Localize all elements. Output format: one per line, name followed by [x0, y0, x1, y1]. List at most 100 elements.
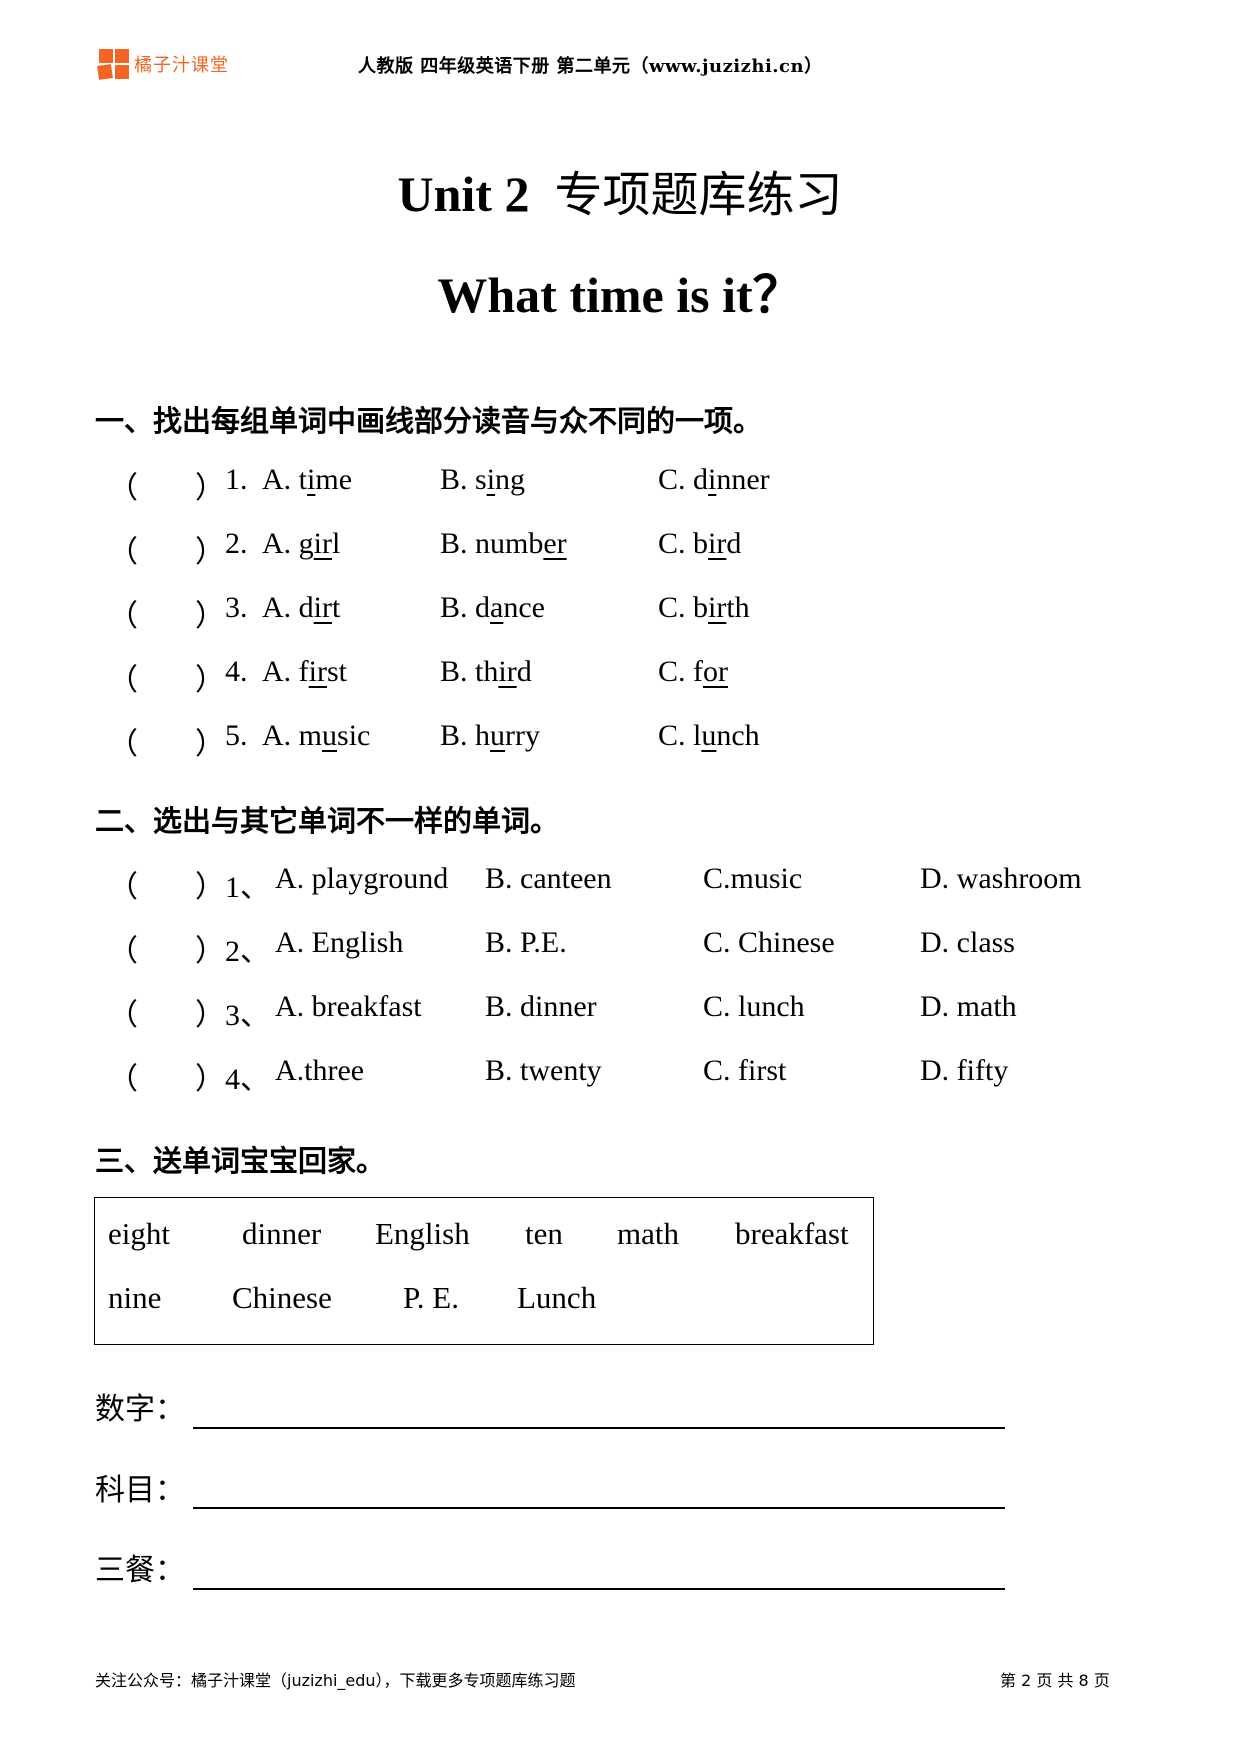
word-part: b	[693, 527, 709, 560]
option: A. time	[262, 463, 352, 497]
underlined-part: i	[486, 463, 496, 496]
question-row: （） 1. A. time B. sing C. dinner	[0, 463, 1240, 505]
word-bank-word: Chinese	[232, 1280, 332, 1315]
word-bank-word: math	[617, 1216, 679, 1251]
word-part: rry	[505, 719, 540, 752]
option: D. class	[920, 926, 1015, 959]
option-label: A.	[262, 527, 299, 560]
word-part: th	[475, 655, 499, 688]
option: B. dance	[440, 591, 545, 625]
word-part: nner	[716, 463, 770, 496]
word-bank-box: eight dinner English ten math breakfast …	[94, 1197, 874, 1345]
word-bank-word: P. E.	[403, 1280, 459, 1315]
option-label: B.	[440, 655, 476, 688]
option-label: B.	[440, 463, 476, 496]
word-part: nch	[716, 719, 760, 752]
answer-blank-open[interactable]: （	[108, 862, 138, 906]
word-part: st	[327, 655, 348, 688]
answer-line-meals[interactable]	[193, 1588, 1005, 1590]
title-subject: 专项题库练习	[554, 167, 843, 223]
option-label: B.	[440, 719, 476, 752]
option: B. canteen	[485, 862, 612, 895]
question-row: （） 5. A. music B. hurry C. lunch	[0, 719, 1240, 761]
option: A. breakfast	[275, 990, 422, 1023]
option: C. Chinese	[703, 926, 835, 959]
answer-blank-open[interactable]: （	[108, 655, 138, 699]
underlined-part: ir	[313, 591, 332, 624]
question-number: 1、	[225, 871, 270, 904]
underlined-part: or	[703, 655, 729, 688]
option: B. sing	[440, 463, 525, 497]
option: A.three	[275, 1054, 365, 1087]
underlined-part: ir	[498, 655, 517, 688]
word-part: l	[332, 527, 341, 560]
answer-line-subjects[interactable]	[193, 1507, 1005, 1509]
option-label: B.	[440, 527, 476, 560]
underlined-part: ir	[708, 527, 727, 560]
page-number: 第 2 页 共 8 页	[1000, 1671, 1110, 1690]
word-part: t	[332, 591, 341, 624]
current-page: 2	[1021, 1671, 1032, 1690]
option: A. music	[262, 719, 370, 753]
word-part: b	[693, 591, 709, 624]
word-part: d	[475, 591, 491, 624]
word-part: f	[693, 655, 704, 688]
option: D. washroom	[920, 862, 1082, 895]
logo-squares-icon	[97, 48, 130, 80]
logo-text: 橘子汁课堂	[134, 55, 229, 76]
question-row: （ ） 2、 A. English B. P.E. C. Chinese D. class	[0, 926, 1240, 968]
option-label: C.	[658, 591, 694, 624]
option: C. dinner	[658, 463, 770, 497]
underlined-part: er	[543, 527, 567, 560]
word-bank-word: nine	[108, 1280, 162, 1315]
option-label: C.	[658, 463, 694, 496]
option: C. bird	[658, 527, 741, 561]
word-part: d	[516, 655, 532, 688]
answer-blank-open[interactable]: （	[108, 926, 138, 970]
answer-blank-close: ）	[195, 935, 225, 968]
answer-blank-open[interactable]: （	[108, 463, 138, 507]
question-number: 4.	[225, 655, 248, 688]
word-part: m	[298, 719, 323, 752]
answer-blank-open[interactable]: （	[108, 591, 138, 635]
answer-line-numbers[interactable]	[193, 1427, 1005, 1429]
option: B. third	[440, 655, 532, 689]
word-part: d	[693, 463, 709, 496]
answer-blank-close: ）	[195, 536, 225, 569]
option: B. P.E.	[485, 926, 567, 959]
word-part: d	[726, 527, 742, 560]
question-row: （） 3. A. dirt B. dance C. birth	[0, 591, 1240, 633]
option-label: A.	[262, 655, 299, 688]
word-part: h	[475, 719, 491, 752]
option-label: C.	[658, 655, 694, 688]
question-row: （ ） 3、 A. breakfast B. dinner C. lunch D. math	[0, 990, 1240, 1032]
option: B. dinner	[485, 990, 597, 1023]
answer-blank-open[interactable]: （	[108, 990, 138, 1034]
brand-logo: 橘子汁课堂	[97, 48, 229, 80]
option: A. girl	[262, 527, 340, 561]
option: C. lunch	[703, 990, 805, 1023]
answer-blank-open[interactable]: （	[108, 719, 138, 763]
header-caption: 人教版 四年级英语下册 第二单元（www.juzizhi.cn）	[358, 56, 823, 77]
answer-blank-open[interactable]: （	[108, 1054, 138, 1098]
option: D. fifty	[920, 1054, 1009, 1087]
underlined-part: ir	[708, 591, 727, 624]
word-bank-word: Lunch	[517, 1280, 597, 1315]
word-part: f	[298, 655, 309, 688]
option: D. math	[920, 990, 1017, 1023]
question-number: 1.	[225, 463, 248, 496]
answer-blank-close: ）	[195, 871, 225, 904]
question-row: （ ） 4、 A.three B. twenty C. first D. fifty	[0, 1054, 1240, 1096]
option: C. lunch	[658, 719, 760, 753]
underlined-part: a	[490, 591, 504, 624]
option: B. twenty	[485, 1054, 602, 1087]
question-number: 3.	[225, 591, 248, 624]
answer-blank-open[interactable]: （	[108, 527, 138, 571]
answer-blank-close: ）	[195, 600, 225, 633]
word-bank-word: ten	[525, 1216, 563, 1251]
answer-blank-close: ）	[195, 472, 225, 505]
question-row: （） 2. A. girl B. number C. bird	[0, 527, 1240, 569]
underlined-part: u	[701, 719, 717, 752]
option-label: A.	[262, 591, 299, 624]
question-number: 2.	[225, 527, 248, 560]
